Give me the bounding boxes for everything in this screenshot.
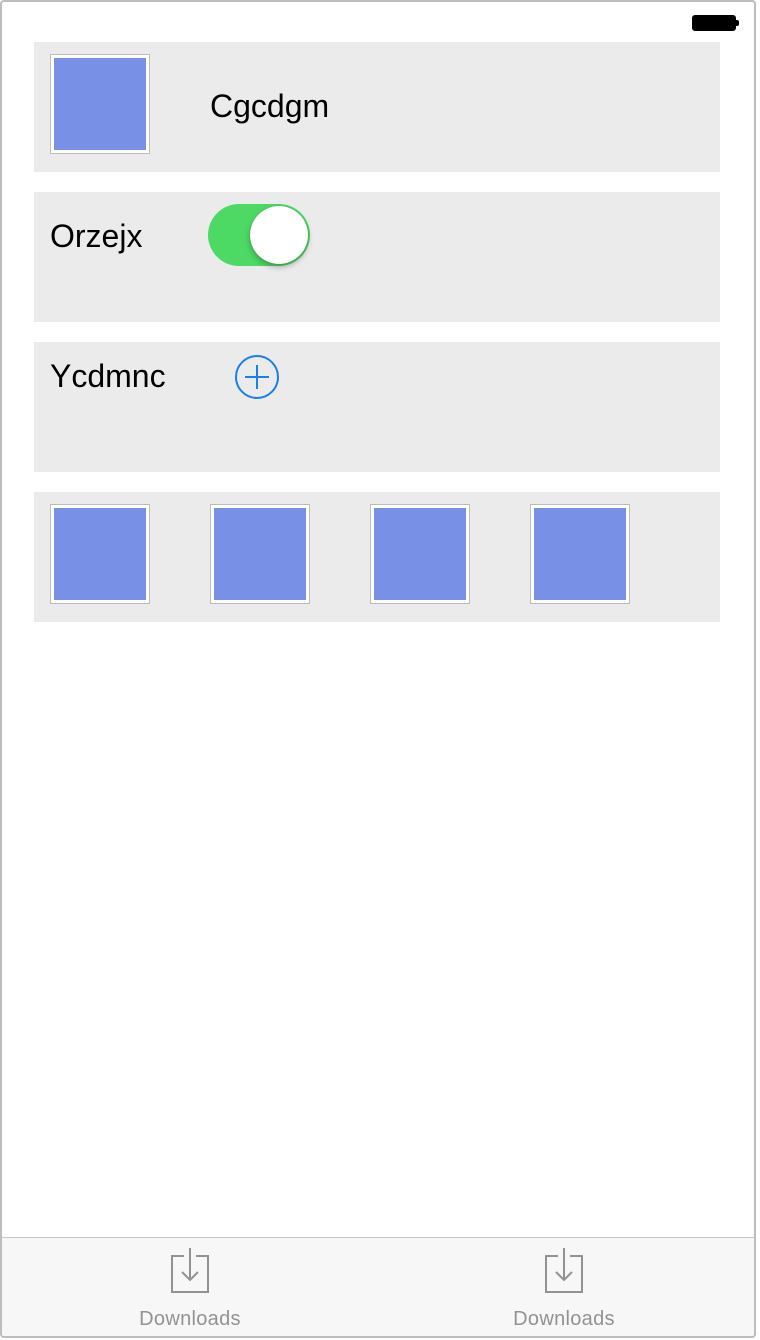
profile-row[interactable]: Cgcdgm xyxy=(34,42,720,172)
toggle-knob xyxy=(250,206,308,264)
tab-downloads-2[interactable]: Downloads xyxy=(464,1238,664,1336)
thumbnail-image xyxy=(50,54,150,154)
add-circle-icon[interactable] xyxy=(234,354,280,400)
tab-downloads-1[interactable]: Downloads xyxy=(90,1238,290,1336)
gallery-thumbnail[interactable] xyxy=(370,504,470,604)
tab-bar: Downloads Downloads xyxy=(2,1237,754,1336)
gallery-thumbnail[interactable] xyxy=(530,504,630,604)
add-row: Ycdmnc xyxy=(34,342,720,472)
download-icon xyxy=(171,1248,209,1293)
download-icon xyxy=(545,1248,583,1293)
gallery-thumbnail[interactable] xyxy=(50,504,150,604)
switch-label: Orzejx xyxy=(50,218,143,254)
status-bar xyxy=(2,2,754,42)
toggle-switch[interactable] xyxy=(208,204,310,266)
switch-row: Orzejx xyxy=(34,192,720,322)
phone-screen: Cgcdgm Orzejx Ycdmnc Downloads Downloads xyxy=(0,0,756,1338)
add-label: Ycdmnc xyxy=(50,358,166,394)
gallery-row xyxy=(34,492,720,622)
profile-label: Cgcdgm xyxy=(210,88,330,124)
tab-label: Downloads xyxy=(513,1308,615,1330)
gallery-thumbnail[interactable] xyxy=(210,504,310,604)
tab-label: Downloads xyxy=(139,1308,241,1330)
battery-icon xyxy=(692,15,739,31)
